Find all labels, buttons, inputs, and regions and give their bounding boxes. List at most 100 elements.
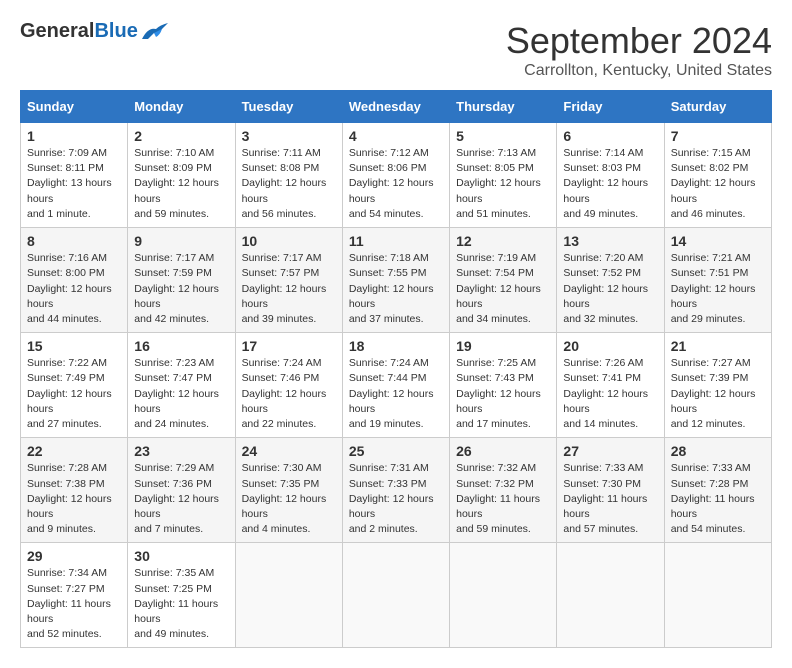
day-info: Sunrise: 7:33 AMSunset: 7:30 PMDaylight:… bbox=[563, 461, 657, 537]
header-day-tuesday: Tuesday bbox=[235, 91, 342, 123]
day-info: Sunrise: 7:24 AMSunset: 7:44 PMDaylight:… bbox=[349, 356, 443, 432]
logo-blue-text: Blue bbox=[94, 20, 137, 42]
day-info: Sunrise: 7:32 AMSunset: 7:32 PMDaylight:… bbox=[456, 461, 550, 537]
day-number: 21 bbox=[671, 338, 765, 354]
title-section: September 2024 Carrollton, Kentucky, Uni… bbox=[506, 20, 772, 80]
day-number: 11 bbox=[349, 233, 443, 249]
header-day-saturday: Saturday bbox=[664, 91, 771, 123]
day-info: Sunrise: 7:28 AMSunset: 7:38 PMDaylight:… bbox=[27, 461, 121, 537]
calendar-cell: 13 Sunrise: 7:20 AMSunset: 7:52 PMDayligh… bbox=[557, 228, 664, 333]
day-number: 24 bbox=[242, 443, 336, 459]
day-info: Sunrise: 7:13 AMSunset: 8:05 PMDaylight:… bbox=[456, 146, 550, 222]
calendar-cell: 8 Sunrise: 7:16 AMSunset: 8:00 PMDaylight… bbox=[21, 228, 128, 333]
calendar-cell: 27 Sunrise: 7:33 AMSunset: 7:30 PMDayligh… bbox=[557, 438, 664, 543]
day-info: Sunrise: 7:14 AMSunset: 8:03 PMDaylight:… bbox=[563, 146, 657, 222]
calendar-cell: 19Sunrise: 7:25 AMSunset: 7:43 PMDayligh… bbox=[450, 333, 557, 438]
day-number: 12 bbox=[456, 233, 550, 249]
logo-general-text: General bbox=[20, 20, 94, 42]
header-day-friday: Friday bbox=[557, 91, 664, 123]
calendar-cell: 4 Sunrise: 7:12 AMSunset: 8:06 PMDaylight… bbox=[342, 123, 449, 228]
calendar-cell: 28Sunrise: 7:33 AMSunset: 7:28 PMDayligh… bbox=[664, 438, 771, 543]
day-number: 26 bbox=[456, 443, 550, 459]
header-row: SundayMondayTuesdayWednesdayThursdayFrid… bbox=[21, 91, 772, 123]
day-info: Sunrise: 7:22 AMSunset: 7:49 PMDaylight:… bbox=[27, 356, 121, 432]
day-info: Sunrise: 7:16 AMSunset: 8:00 PMDaylight:… bbox=[27, 251, 121, 327]
day-number: 3 bbox=[242, 128, 336, 144]
day-number: 30 bbox=[134, 548, 228, 564]
day-number: 20 bbox=[563, 338, 657, 354]
calendar-cell bbox=[557, 543, 664, 648]
calendar-cell: 10 Sunrise: 7:17 AMSunset: 7:57 PMDayligh… bbox=[235, 228, 342, 333]
logo-bird-icon bbox=[140, 21, 170, 43]
calendar-cell: 22 Sunrise: 7:28 AMSunset: 7:38 PMDayligh… bbox=[21, 438, 128, 543]
calendar-cell: 29 Sunrise: 7:34 AMSunset: 7:27 PMDayligh… bbox=[21, 543, 128, 648]
day-number: 28 bbox=[671, 443, 765, 459]
day-number: 27 bbox=[563, 443, 657, 459]
day-number: 6 bbox=[563, 128, 657, 144]
day-number: 25 bbox=[349, 443, 443, 459]
day-number: 22 bbox=[27, 443, 121, 459]
day-info: Sunrise: 7:27 AMSunset: 7:39 PMDaylight:… bbox=[671, 356, 765, 432]
day-info: Sunrise: 7:12 AMSunset: 8:06 PMDaylight:… bbox=[349, 146, 443, 222]
calendar-cell: 15 Sunrise: 7:22 AMSunset: 7:49 PMDayligh… bbox=[21, 333, 128, 438]
calendar-cell: 30Sunrise: 7:35 AMSunset: 7:25 PMDayligh… bbox=[128, 543, 235, 648]
calendar-cell: 21 Sunrise: 7:27 AMSunset: 7:39 PMDayligh… bbox=[664, 333, 771, 438]
day-number: 16 bbox=[134, 338, 228, 354]
day-number: 10 bbox=[242, 233, 336, 249]
day-info: Sunrise: 7:30 AMSunset: 7:35 PMDaylight:… bbox=[242, 461, 336, 537]
calendar-cell bbox=[450, 543, 557, 648]
header-day-sunday: Sunday bbox=[21, 91, 128, 123]
calendar-cell bbox=[664, 543, 771, 648]
calendar-cell: 25Sunrise: 7:31 AMSunset: 7:33 PMDayligh… bbox=[342, 438, 449, 543]
day-info: Sunrise: 7:29 AMSunset: 7:36 PMDaylight:… bbox=[134, 461, 228, 537]
day-info: Sunrise: 7:11 AMSunset: 8:08 PMDaylight:… bbox=[242, 146, 336, 222]
day-number: 9 bbox=[134, 233, 228, 249]
location-text: Carrollton, Kentucky, United States bbox=[506, 62, 772, 80]
calendar-cell: 14Sunrise: 7:21 AMSunset: 7:51 PMDayligh… bbox=[664, 228, 771, 333]
day-info: Sunrise: 7:25 AMSunset: 7:43 PMDaylight:… bbox=[456, 356, 550, 432]
week-row-2: 8 Sunrise: 7:16 AMSunset: 8:00 PMDaylight… bbox=[21, 228, 772, 333]
day-number: 23 bbox=[134, 443, 228, 459]
week-row-3: 15 Sunrise: 7:22 AMSunset: 7:49 PMDayligh… bbox=[21, 333, 772, 438]
day-number: 4 bbox=[349, 128, 443, 144]
day-info: Sunrise: 7:17 AMSunset: 7:57 PMDaylight:… bbox=[242, 251, 336, 327]
day-number: 29 bbox=[27, 548, 121, 564]
day-info: Sunrise: 7:17 AMSunset: 7:59 PMDaylight:… bbox=[134, 251, 228, 327]
day-info: Sunrise: 7:23 AMSunset: 7:47 PMDaylight:… bbox=[134, 356, 228, 432]
calendar-cell: 9 Sunrise: 7:17 AMSunset: 7:59 PMDaylight… bbox=[128, 228, 235, 333]
calendar-header: SundayMondayTuesdayWednesdayThursdayFrid… bbox=[21, 91, 772, 123]
day-info: Sunrise: 7:19 AMSunset: 7:54 PMDaylight:… bbox=[456, 251, 550, 327]
calendar-cell: 1 Sunrise: 7:09 AMSunset: 8:11 PMDaylight… bbox=[21, 123, 128, 228]
calendar-cell: 23 Sunrise: 7:29 AMSunset: 7:36 PMDayligh… bbox=[128, 438, 235, 543]
calendar-cell: 11 Sunrise: 7:18 AMSunset: 7:55 PMDayligh… bbox=[342, 228, 449, 333]
day-info: Sunrise: 7:34 AMSunset: 7:27 PMDaylight:… bbox=[27, 566, 121, 642]
logo-text: GeneralBlue bbox=[20, 20, 170, 43]
day-number: 5 bbox=[456, 128, 550, 144]
day-info: Sunrise: 7:09 AMSunset: 8:11 PMDaylight:… bbox=[27, 146, 121, 222]
day-info: Sunrise: 7:18 AMSunset: 7:55 PMDaylight:… bbox=[349, 251, 443, 327]
header-day-monday: Monday bbox=[128, 91, 235, 123]
calendar-cell: 7Sunrise: 7:15 AMSunset: 8:02 PMDaylight… bbox=[664, 123, 771, 228]
day-number: 17 bbox=[242, 338, 336, 354]
day-number: 1 bbox=[27, 128, 121, 144]
calendar-cell: 20Sunrise: 7:26 AMSunset: 7:41 PMDayligh… bbox=[557, 333, 664, 438]
day-info: Sunrise: 7:20 AMSunset: 7:52 PMDaylight:… bbox=[563, 251, 657, 327]
day-number: 8 bbox=[27, 233, 121, 249]
calendar-body: 1 Sunrise: 7:09 AMSunset: 8:11 PMDaylight… bbox=[21, 123, 772, 648]
day-number: 13 bbox=[563, 233, 657, 249]
calendar-cell: 24 Sunrise: 7:30 AMSunset: 7:35 PMDayligh… bbox=[235, 438, 342, 543]
header-day-thursday: Thursday bbox=[450, 91, 557, 123]
day-number: 7 bbox=[671, 128, 765, 144]
header-day-wednesday: Wednesday bbox=[342, 91, 449, 123]
calendar-table: SundayMondayTuesdayWednesdayThursdayFrid… bbox=[20, 90, 772, 648]
day-info: Sunrise: 7:24 AMSunset: 7:46 PMDaylight:… bbox=[242, 356, 336, 432]
calendar-cell: 6 Sunrise: 7:14 AMSunset: 8:03 PMDaylight… bbox=[557, 123, 664, 228]
calendar-cell: 3 Sunrise: 7:11 AMSunset: 8:08 PMDaylight… bbox=[235, 123, 342, 228]
week-row-5: 29 Sunrise: 7:34 AMSunset: 7:27 PMDayligh… bbox=[21, 543, 772, 648]
calendar-cell: 17 Sunrise: 7:24 AMSunset: 7:46 PMDayligh… bbox=[235, 333, 342, 438]
day-info: Sunrise: 7:10 AMSunset: 8:09 PMDaylight:… bbox=[134, 146, 228, 222]
calendar-cell bbox=[235, 543, 342, 648]
calendar-cell: 18Sunrise: 7:24 AMSunset: 7:44 PMDayligh… bbox=[342, 333, 449, 438]
day-number: 2 bbox=[134, 128, 228, 144]
day-number: 15 bbox=[27, 338, 121, 354]
